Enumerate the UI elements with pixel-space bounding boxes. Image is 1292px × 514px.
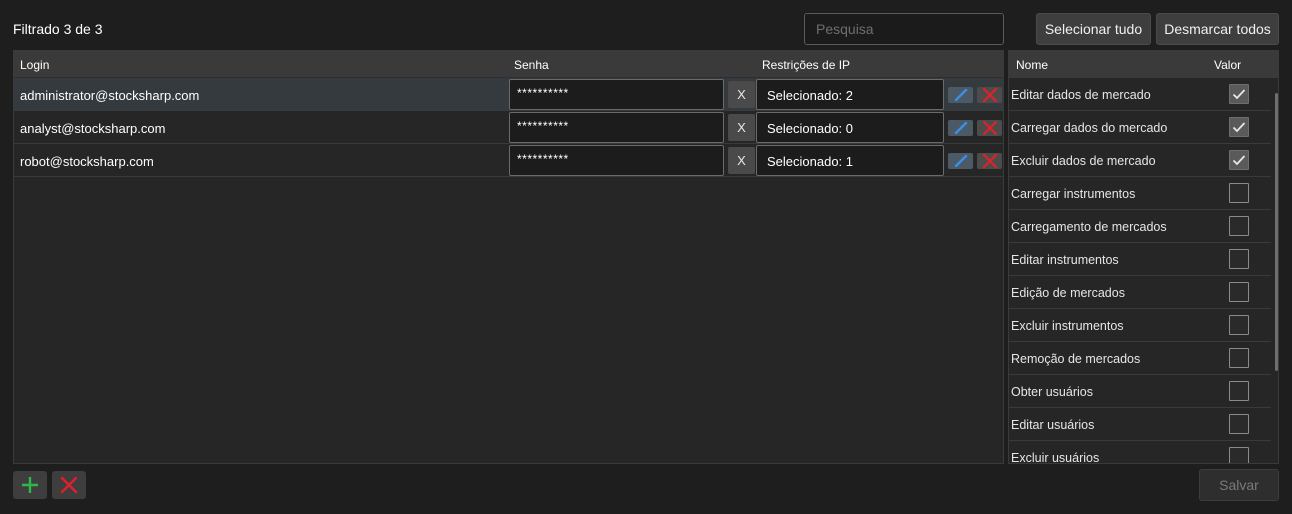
user-row[interactable]: administrator@stocksharp.com ********** … [14, 78, 1003, 111]
permission-checkbox[interactable] [1229, 117, 1249, 137]
close-icon [982, 88, 997, 102]
close-icon [982, 121, 997, 135]
remove-user-button[interactable] [52, 471, 86, 499]
user-login: robot@stocksharp.com [20, 154, 154, 169]
delete-user-button[interactable] [977, 87, 1002, 103]
permission-checkbox[interactable] [1229, 183, 1249, 203]
permission-row[interactable]: Excluir instrumentos [1009, 309, 1271, 342]
permissions-grid: Nome Valor Editar dados de mercado Carreg… [1008, 50, 1279, 464]
permission-name: Carregamento de mercados [1011, 220, 1167, 234]
permission-row[interactable]: Obter usuários [1009, 375, 1271, 408]
permission-row[interactable]: Excluir usuários [1009, 441, 1271, 464]
permission-row[interactable]: Remoção de mercados [1009, 342, 1271, 375]
permission-row[interactable]: Carregar instrumentos [1009, 177, 1271, 210]
delete-user-button[interactable] [977, 120, 1002, 136]
permission-row[interactable]: Excluir dados de mercado [1009, 144, 1271, 177]
search-input[interactable] [804, 13, 1004, 45]
permission-row[interactable]: Edição de mercados [1009, 276, 1271, 309]
save-button[interactable]: Salvar [1199, 469, 1279, 501]
permission-checkbox[interactable] [1229, 249, 1249, 269]
user-row[interactable]: analyst@stocksharp.com ********** X Sele… [14, 111, 1003, 144]
users-grid-header: Login Senha Restrições de IP [14, 51, 1003, 78]
permission-checkbox[interactable] [1229, 84, 1249, 104]
clear-password-button[interactable]: X [728, 147, 755, 174]
close-icon [60, 476, 78, 494]
add-user-button[interactable] [13, 471, 47, 499]
permission-row[interactable]: Editar usuários [1009, 408, 1271, 441]
permission-name: Obter usuários [1011, 385, 1093, 399]
permission-name: Editar usuários [1011, 418, 1095, 432]
permission-checkbox[interactable] [1229, 381, 1249, 401]
permissions-scrollbar[interactable] [1275, 93, 1278, 371]
deselect-all-button[interactable]: Desmarcar todos [1156, 13, 1279, 45]
permission-checkbox[interactable] [1229, 414, 1249, 434]
filter-status: Filtrado 3 de 3 [13, 21, 103, 37]
check-icon [1232, 155, 1246, 166]
edit-user-button[interactable] [948, 87, 973, 103]
users-grid: Login Senha Restrições de IP administrat… [13, 50, 1004, 464]
permission-checkbox[interactable] [1229, 447, 1249, 463]
password-field[interactable]: ********** [509, 79, 724, 110]
permission-checkbox[interactable] [1229, 150, 1249, 170]
select-all-button[interactable]: Selecionar tudo [1036, 13, 1151, 45]
pencil-icon [954, 89, 967, 101]
permission-name: Remoção de mercados [1011, 352, 1141, 366]
permission-name: Excluir dados de mercado [1011, 154, 1156, 168]
close-icon [982, 154, 997, 168]
permission-row[interactable]: Editar instrumentos [1009, 243, 1271, 276]
user-login: analyst@stocksharp.com [20, 121, 166, 136]
permission-name: Carregar instrumentos [1011, 187, 1136, 201]
permission-checkbox[interactable] [1229, 216, 1249, 236]
ip-restrictions-field[interactable]: Selecionado: 1 [756, 145, 944, 176]
permission-name: Editar instrumentos [1011, 253, 1119, 267]
user-row[interactable]: robot@stocksharp.com ********** X Seleci… [14, 144, 1003, 177]
permission-checkbox[interactable] [1229, 348, 1249, 368]
plus-icon [22, 477, 38, 493]
permission-row[interactable]: Carregamento de mercados [1009, 210, 1271, 243]
password-field[interactable]: ********** [509, 112, 724, 143]
permission-name: Editar dados de mercado [1011, 88, 1151, 102]
column-header-value[interactable]: Valor [1214, 58, 1241, 72]
clear-password-button[interactable]: X [728, 114, 755, 141]
delete-user-button[interactable] [977, 153, 1002, 169]
pencil-icon [954, 155, 967, 167]
user-login: administrator@stocksharp.com [20, 88, 200, 103]
column-header-password[interactable]: Senha [514, 58, 549, 72]
check-icon [1232, 122, 1246, 133]
permissions-grid-header: Nome Valor [1009, 51, 1278, 78]
column-header-ip-restrictions[interactable]: Restrições de IP [762, 58, 850, 72]
clear-password-button[interactable]: X [728, 81, 755, 108]
edit-user-button[interactable] [948, 120, 973, 136]
edit-user-button[interactable] [948, 153, 973, 169]
password-field[interactable]: ********** [509, 145, 724, 176]
column-header-login[interactable]: Login [20, 58, 49, 72]
permission-name: Carregar dados do mercado [1011, 121, 1168, 135]
check-icon [1232, 89, 1246, 100]
permission-name: Edição de mercados [1011, 286, 1125, 300]
pencil-icon [954, 122, 967, 134]
permission-row[interactable]: Editar dados de mercado [1009, 78, 1271, 111]
permission-row[interactable]: Carregar dados do mercado [1009, 111, 1271, 144]
ip-restrictions-field[interactable]: Selecionado: 2 [756, 79, 944, 110]
permission-name: Excluir usuários [1011, 451, 1100, 464]
ip-restrictions-field[interactable]: Selecionado: 0 [756, 112, 944, 143]
column-header-name[interactable]: Nome [1016, 58, 1048, 72]
permission-checkbox[interactable] [1229, 282, 1249, 302]
permission-name: Excluir instrumentos [1011, 319, 1124, 333]
permission-checkbox[interactable] [1229, 315, 1249, 335]
